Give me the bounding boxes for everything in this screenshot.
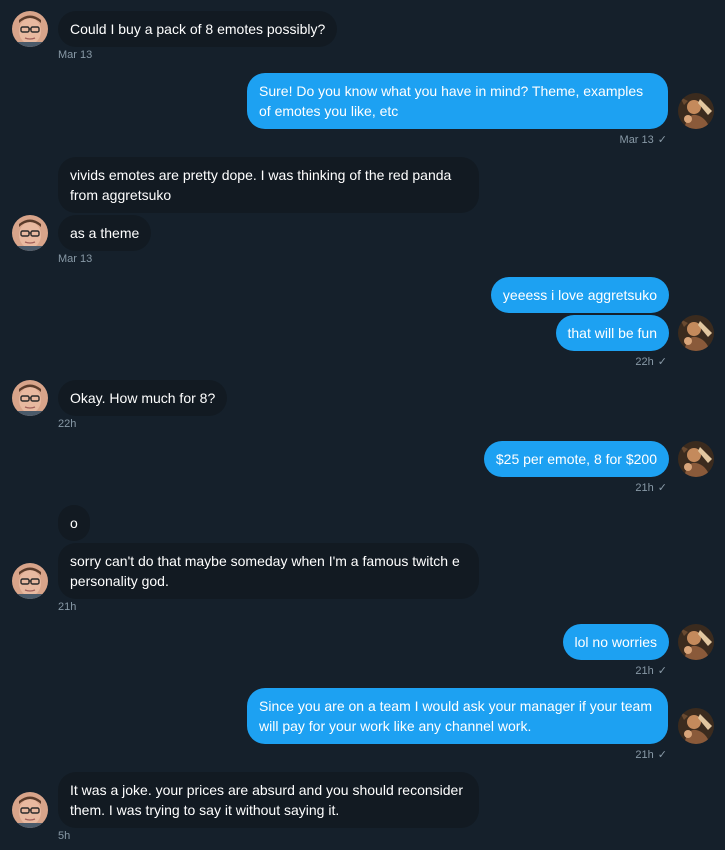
avatar[interactable] (678, 708, 714, 744)
outgoing-message[interactable]: yeeess i love aggretsuko (490, 277, 669, 313)
user-avatar-icon (12, 11, 48, 47)
message-timestamp: 22h (58, 418, 77, 430)
message-timestamp: 21h ✓ (635, 482, 667, 494)
user-avatar-icon (12, 563, 48, 599)
sent-check-icon: ✓ (657, 356, 667, 368)
message-timestamp: Mar 13 (58, 49, 93, 61)
message-text: o (70, 515, 78, 531)
message-timestamp: 21h (58, 601, 77, 613)
message-timestamp: 21h ✓ (635, 749, 667, 761)
incoming-message[interactable]: o (58, 505, 90, 541)
avatar[interactable] (678, 315, 714, 351)
incoming-message[interactable]: as a theme (58, 215, 152, 251)
avatar[interactable] (678, 441, 714, 477)
message-text: Okay. How much for 8? (70, 390, 216, 406)
message-timestamp: Mar 13 ✓ (619, 134, 667, 146)
message-text: Could I buy a pack of 8 emotes possibly? (70, 21, 326, 37)
conversation-thread[interactable]: Could I buy a pack of 8 emotes possibly?… (0, 0, 725, 850)
outgoing-message[interactable]: $25 per emote, 8 for $200 (483, 441, 669, 477)
message-text: $25 per emote, 8 for $200 (495, 451, 657, 467)
message-text: yeeess i love aggretsuko (502, 287, 657, 303)
outgoing-message[interactable]: lol no worries (562, 624, 669, 660)
incoming-message[interactable]: vivids emotes are pretty dope. I was thi… (58, 157, 479, 213)
user-avatar-icon (12, 792, 48, 828)
message-text: Sure! Do you know what you have in mind?… (259, 83, 644, 119)
sent-check-icon: ✓ (657, 134, 667, 146)
incoming-message[interactable]: Okay. How much for 8? (58, 380, 228, 416)
avatar[interactable] (678, 93, 714, 129)
outgoing-message[interactable]: Sure! Do you know what you have in mind?… (247, 73, 668, 129)
incoming-message[interactable]: It was a joke. your prices are absurd an… (58, 772, 479, 828)
user-avatar-icon (678, 708, 714, 744)
message-timestamp: 22h ✓ (635, 356, 667, 368)
message-text: that will be fun (567, 325, 658, 341)
message-timestamp: Mar 13 (58, 253, 93, 265)
incoming-message[interactable]: sorry can't do that maybe someday when I… (58, 543, 479, 599)
outgoing-message[interactable]: Since you are on a team I would ask your… (247, 688, 668, 744)
message-text: vivids emotes are pretty dope. I was thi… (70, 167, 452, 203)
user-avatar-icon (678, 624, 714, 660)
sent-check-icon: ✓ (657, 482, 667, 494)
avatar[interactable] (12, 792, 48, 828)
message-timestamp: 21h ✓ (635, 665, 667, 677)
avatar[interactable] (678, 624, 714, 660)
avatar[interactable] (12, 11, 48, 47)
user-avatar-icon (12, 380, 48, 416)
message-timestamp: 5h (58, 830, 71, 842)
message-text: sorry can't do that maybe someday when I… (70, 553, 460, 589)
message-text: It was a joke. your prices are absurd an… (70, 782, 463, 818)
incoming-message[interactable]: Could I buy a pack of 8 emotes possibly? (58, 11, 338, 47)
avatar[interactable] (12, 380, 48, 416)
outgoing-message[interactable]: that will be fun (555, 315, 669, 351)
avatar[interactable] (12, 563, 48, 599)
message-text: as a theme (70, 225, 140, 241)
message-text: Since you are on a team I would ask your… (259, 698, 652, 734)
sent-check-icon: ✓ (657, 749, 667, 761)
message-text: lol no worries (574, 634, 657, 650)
avatar[interactable] (12, 215, 48, 251)
sent-check-icon: ✓ (657, 665, 667, 677)
user-avatar-icon (678, 315, 714, 351)
user-avatar-icon (678, 441, 714, 477)
user-avatar-icon (678, 93, 714, 129)
user-avatar-icon (12, 215, 48, 251)
